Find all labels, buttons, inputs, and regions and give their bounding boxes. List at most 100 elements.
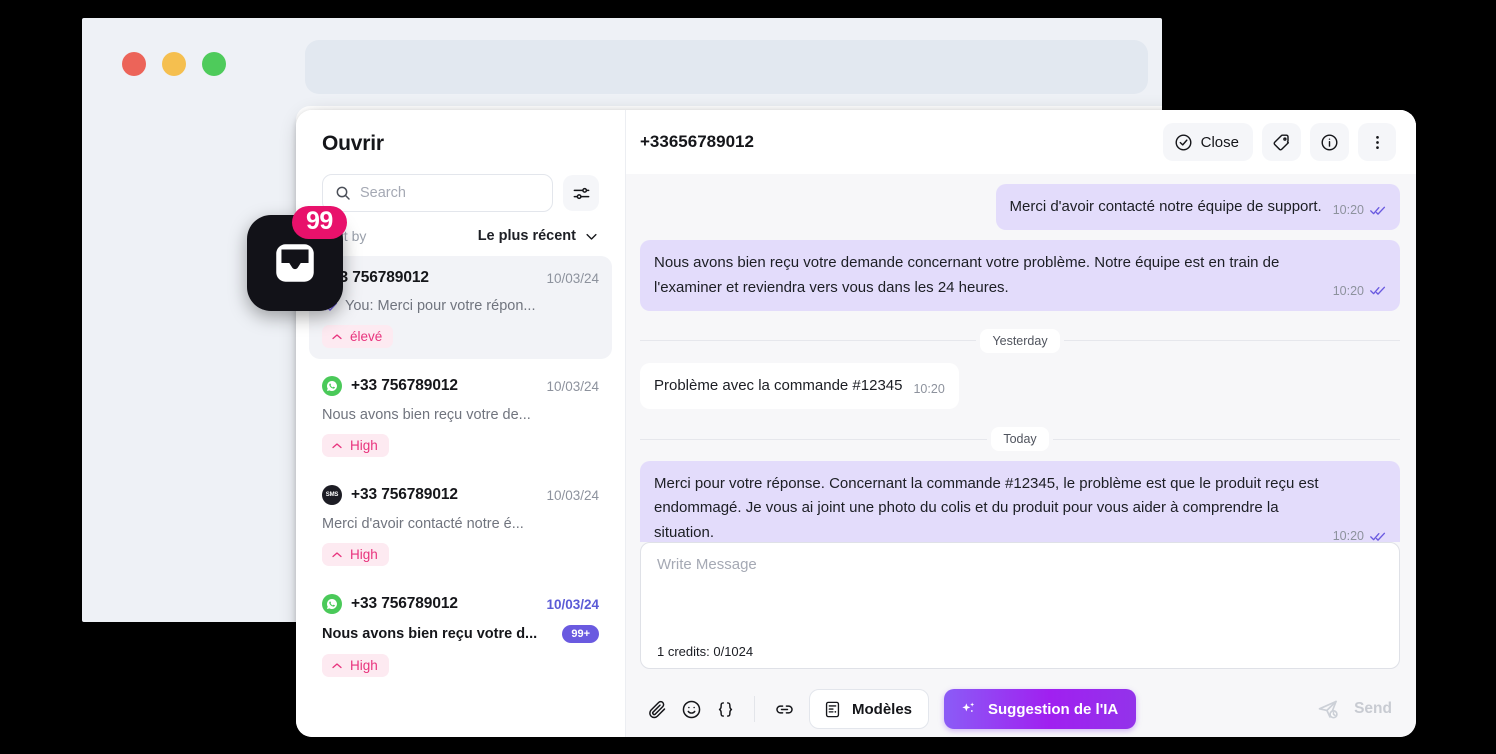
- templates-button-label: Modèles: [852, 700, 913, 718]
- priority-label: High: [350, 438, 378, 453]
- close-button-label: Close: [1200, 133, 1239, 151]
- browser-url-bar[interactable]: [305, 40, 1148, 94]
- message-time: 10:20: [1332, 203, 1364, 218]
- list-item[interactable]: +33 756789012 10/03/24 Nous avons bien r…: [309, 363, 612, 468]
- link-icon[interactable]: [767, 692, 801, 726]
- tag-button[interactable]: [1262, 123, 1301, 161]
- message-time: 10:20: [1332, 283, 1364, 298]
- message-row: Merci d'avoir contacté notre équipe de s…: [640, 184, 1400, 231]
- conversation-header: SMS +33 756789012 10/03/24: [322, 485, 599, 505]
- kebab-menu-icon: [1368, 133, 1387, 152]
- message-input-placeholder: Write Message: [657, 556, 757, 573]
- day-separator-label: Yesterday: [980, 328, 1060, 353]
- message-row: Nous avons bien reçu votre demande conce…: [640, 240, 1400, 311]
- sparkle-icon: [958, 699, 978, 719]
- read-receipt-icon: [1370, 285, 1386, 296]
- message-text: Merci pour votre réponse. Concernant la …: [654, 475, 1319, 541]
- conversation-preview-text: Nous avons bien reçu votre d...: [322, 626, 538, 642]
- message-thread[interactable]: Merci d'avoir contacté notre équipe de s…: [626, 174, 1416, 542]
- message-bubble-outgoing: Merci d'avoir contacté notre équipe de s…: [995, 184, 1400, 231]
- ai-suggestion-button[interactable]: Suggestion de l'IA: [944, 689, 1137, 729]
- message-time: 10:20: [1332, 529, 1364, 542]
- message-meta: 10:20: [913, 382, 944, 398]
- more-options-button[interactable]: [1358, 123, 1396, 161]
- ai-suggestion-label: Suggestion de l'IA: [988, 700, 1119, 718]
- priority-label: élevé: [350, 329, 383, 344]
- conversation-preview: Merci d'avoir contacté notre é...: [322, 516, 599, 532]
- send-area[interactable]: Send: [1316, 697, 1400, 721]
- close-conversation-button[interactable]: Close: [1162, 123, 1253, 161]
- separator-line-right: [1063, 340, 1401, 342]
- sort-by-value: Le plus récent: [477, 228, 576, 244]
- conversation-preview-text: You: Merci pour votre répon...: [345, 298, 536, 314]
- chevron-down-icon: [584, 229, 599, 244]
- read-receipt-icon: [1370, 205, 1386, 216]
- window-traffic-lights: [122, 52, 226, 76]
- message-meta: 10:20: [1333, 284, 1386, 300]
- whatsapp-icon: [322, 594, 342, 614]
- whatsapp-icon: [322, 376, 342, 396]
- unread-count-badge: 99+: [562, 625, 599, 643]
- attach-icon[interactable]: [640, 692, 674, 726]
- message-bubble-outgoing: Nous avons bien reçu votre demande conce…: [640, 240, 1400, 311]
- window-maximize-button[interactable]: [202, 52, 226, 76]
- status-badge: élevé: [322, 325, 394, 348]
- chat-panel: +33656789012 Close Merci d'avoir contact…: [626, 110, 1416, 737]
- search-input[interactable]: [360, 185, 540, 201]
- priority-up-icon: [331, 331, 343, 343]
- window-close-button[interactable]: [122, 52, 146, 76]
- status-badge: High: [322, 543, 389, 566]
- conversation-identity: SMS +33 756789012: [322, 485, 458, 505]
- conversation-date: 10/03/24: [546, 270, 599, 286]
- conversation-header: +33 756789012 10/03/24: [322, 594, 599, 614]
- conversation-header: +33 756789012 10/03/24: [322, 376, 599, 396]
- list-item[interactable]: +33 756789012 10/03/24 Nous avons bien r…: [309, 581, 612, 688]
- variable-icon[interactable]: [708, 692, 742, 726]
- conversation-preview: You: Merci pour votre répon...: [322, 298, 599, 314]
- separator-line-right: [1052, 438, 1401, 440]
- priority-label: High: [350, 547, 378, 562]
- schedule-send-icon[interactable]: [1316, 697, 1340, 721]
- conversation-list[interactable]: +33 756789012 10/03/24 You: Merci pour v…: [296, 248, 625, 737]
- composer: Write Message 1 credits: 0/1024: [626, 542, 1416, 669]
- search-row: [296, 156, 625, 212]
- message-bubble-incoming: Problème avec la commande #12345 10:20: [640, 362, 959, 410]
- check-circle-icon: [1174, 133, 1193, 152]
- message-bubble-outgoing: Merci pour votre réponse. Concernant la …: [640, 461, 1400, 542]
- conversation-date: 10/03/24: [546, 487, 599, 503]
- page-title: Ouvrir: [322, 132, 384, 155]
- info-button[interactable]: [1310, 123, 1349, 161]
- filter-button[interactable]: [563, 175, 599, 211]
- send-button-label[interactable]: Send: [1354, 700, 1392, 718]
- window-minimize-button[interactable]: [162, 52, 186, 76]
- conversation-date: 10/03/24: [546, 378, 599, 394]
- sms-icon: SMS: [322, 485, 342, 505]
- message-meta: 10:20: [1333, 203, 1386, 219]
- conversation-preview-text: Nous avons bien reçu votre de...: [322, 407, 531, 423]
- emoji-icon[interactable]: [674, 692, 708, 726]
- list-item[interactable]: +33 756789012 10/03/24 You: Merci pour v…: [309, 256, 612, 359]
- list-item[interactable]: SMS +33 756789012 10/03/24 Merci d'avoir…: [309, 472, 612, 577]
- day-separator: Yesterday: [640, 328, 1401, 353]
- conversations-sidebar: Ouvrir Search Sort by Le plus récent +33…: [296, 110, 626, 737]
- separator-line-left: [640, 438, 988, 440]
- sort-by-dropdown[interactable]: Le plus récent: [478, 228, 599, 244]
- notification-count-badge: 99: [292, 206, 347, 239]
- message-row: Merci pour votre réponse. Concernant la …: [640, 461, 1400, 542]
- templates-button[interactable]: Modèles: [809, 689, 930, 729]
- conversation-number: +33 756789012: [351, 377, 458, 394]
- conversation-header: +33 756789012 10/03/24: [322, 269, 599, 287]
- status-badge: High: [322, 434, 389, 457]
- conversation-preview: Nous avons bien reçu votre de...: [322, 407, 599, 423]
- conversation-number: +33 756789012: [351, 595, 458, 612]
- read-receipt-icon: [1370, 531, 1386, 542]
- message-text: Merci d'avoir contacté notre équipe de s…: [1009, 198, 1322, 215]
- template-icon: [823, 700, 842, 719]
- conversation-date: 10/03/24: [546, 596, 599, 612]
- message-text: Problème avec la commande #12345: [654, 376, 903, 394]
- priority-up-icon: [331, 660, 343, 672]
- conversation-identity: +33 756789012: [322, 376, 458, 396]
- search-box[interactable]: [322, 174, 553, 212]
- separator-line-left: [640, 340, 977, 342]
- message-input-box[interactable]: Write Message 1 credits: 0/1024: [640, 542, 1400, 669]
